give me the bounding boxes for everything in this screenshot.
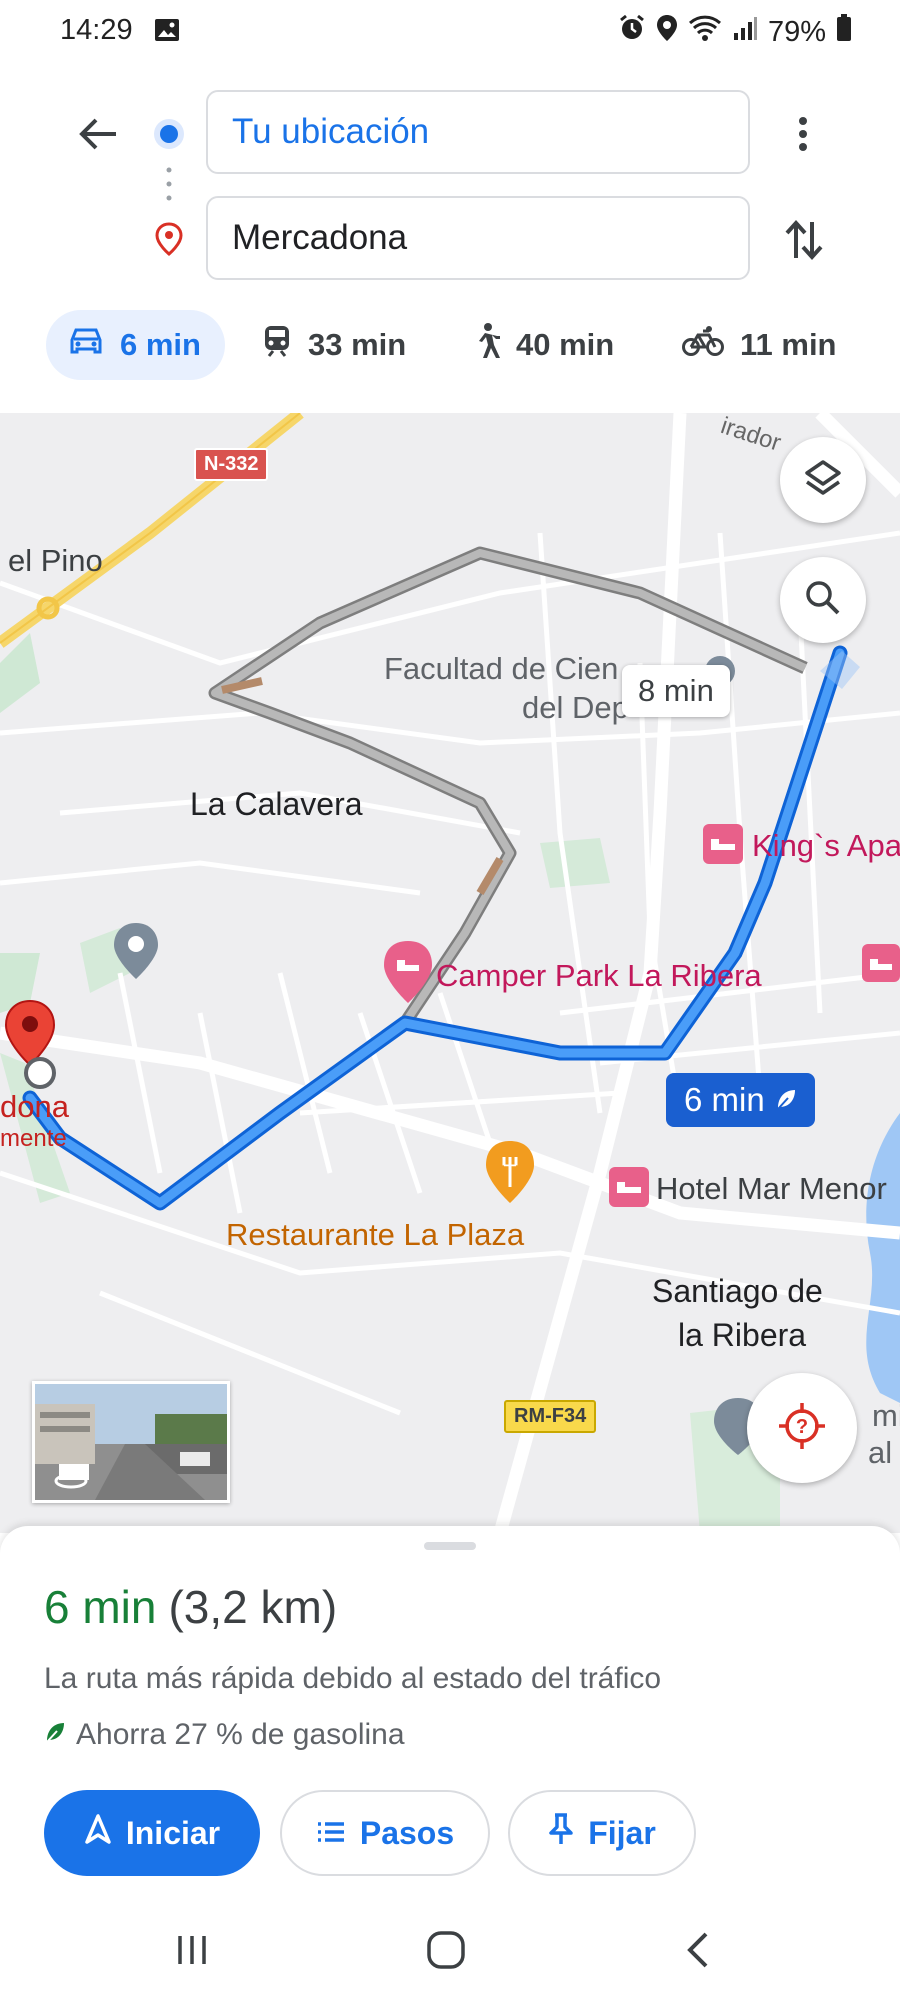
map-label-edge-1: mi: [872, 1398, 900, 1433]
location-icon: [656, 14, 678, 50]
pin-button[interactable]: Fijar: [508, 1790, 696, 1876]
battery-level: 79%: [767, 15, 826, 48]
fuel-savings: Ahorra 27 % de gasolina: [44, 1718, 405, 1752]
alt-route-time-callout[interactable]: 8 min: [622, 665, 730, 717]
main-route-time: 6 min: [684, 1081, 765, 1118]
start-button-label: Iniciar: [125, 1814, 221, 1851]
route-dots: [164, 166, 174, 207]
road-shield-n332: N-332: [194, 448, 269, 481]
origin-field[interactable]: Tu ubicación: [206, 90, 750, 174]
map-label-santiago-2: la Ribera: [678, 1317, 807, 1353]
search-icon: [805, 580, 841, 621]
recent-apps-icon[interactable]: [174, 1932, 210, 1973]
eco-leaf-icon: [44, 1718, 66, 1752]
map-label-mercadona: dona: [0, 1089, 69, 1124]
back-arrow-icon[interactable]: [70, 106, 126, 162]
swap-directions-icon[interactable]: [778, 212, 830, 268]
map-label-mercadona-sub: mente: [0, 1125, 67, 1152]
map-label-la-calavera: La Calavera: [190, 786, 363, 822]
main-route-time-callout[interactable]: 6 min: [666, 1073, 815, 1127]
svg-text:?: ?: [796, 1416, 808, 1438]
search-along-route-button[interactable]: [780, 557, 866, 643]
eco-leaf-icon: [775, 1081, 797, 1119]
mode-bike-tab[interactable]: 11 min: [682, 310, 837, 380]
fuel-savings-text: Ahorra 27 % de gasolina: [76, 1718, 405, 1751]
sheet-drag-handle[interactable]: [424, 1542, 476, 1550]
street-view-thumbnail[interactable]: [32, 1381, 230, 1503]
map-label-camper-park: Camper Park La Ribera: [436, 958, 762, 993]
pushpin-icon: [548, 1812, 574, 1854]
map-label-restaurante: Restaurante La Plaza: [226, 1217, 525, 1252]
home-icon[interactable]: [426, 1930, 466, 1975]
back-icon[interactable]: [684, 1930, 712, 1975]
mode-walk-tab[interactable]: 40 min: [472, 310, 614, 380]
mode-transit-tab[interactable]: 33 min: [262, 310, 406, 380]
map-label-el-pino: el Pino: [8, 543, 103, 578]
street-view-icon: [53, 1468, 89, 1495]
steps-button-label: Pasos: [359, 1814, 455, 1851]
map-label-santiago-1: Santiago de: [652, 1273, 823, 1309]
alt-route-time: 8 min: [638, 673, 714, 708]
route-duration: 6 min: [44, 1581, 157, 1633]
navigation-arrow-icon: [84, 1813, 112, 1853]
destination-field[interactable]: Mercadona: [206, 196, 750, 280]
origin-dot-icon: [153, 118, 185, 155]
route-distance: (3,2 km): [168, 1581, 338, 1633]
pin-button-label: Fijar: [588, 1814, 656, 1851]
map-label-kings: King`s Apa: [752, 828, 900, 863]
map-label-facultad-1: Facultad de Cien: [384, 651, 619, 686]
signal-icon: [732, 15, 758, 49]
map-label-facultad-2: del Dep: [522, 690, 629, 725]
status-icons: 79%: [618, 14, 852, 50]
battery-icon: [836, 14, 852, 50]
layers-icon: [803, 458, 843, 503]
status-bar: 14:29 79%: [0, 0, 900, 68]
mode-car-time: 6 min: [120, 327, 201, 362]
status-time: 14:29: [60, 14, 133, 46]
mode-transit-time: 33 min: [308, 327, 407, 362]
layers-button[interactable]: [780, 437, 866, 523]
road-shield-rmf34: RM-F34: [504, 1400, 597, 1433]
start-button[interactable]: Iniciar: [44, 1790, 260, 1876]
wifi-icon: [688, 14, 722, 50]
route-description: La ruta más rápida debido al estado del …: [44, 1662, 662, 1695]
mode-walk-time: 40 min: [516, 327, 615, 362]
destination-marker-icon: [2, 999, 62, 1094]
origin-text: Tu ubicación: [232, 112, 430, 151]
more-options-icon[interactable]: [780, 106, 826, 162]
walk-icon: [472, 322, 502, 368]
train-icon: [262, 324, 292, 366]
bike-icon: [682, 325, 724, 365]
mode-car-tab[interactable]: 6 min: [46, 310, 225, 380]
my-location-button[interactable]: ?: [747, 1373, 857, 1483]
alarm-icon: [618, 14, 646, 50]
map-label-edge-2: al c: [868, 1435, 900, 1470]
mode-bike-time: 11 min: [740, 327, 837, 362]
destination-text: Mercadona: [232, 218, 408, 257]
list-icon: [316, 1815, 346, 1852]
gallery-notification-icon: [154, 18, 180, 47]
car-icon: [68, 326, 104, 364]
steps-button[interactable]: Pasos: [280, 1790, 490, 1876]
destination-pin-icon: [155, 222, 183, 261]
map-label-hotel-mar-menor: Hotel Mar Menor: [656, 1171, 887, 1206]
location-target-icon: ?: [777, 1401, 827, 1456]
route-summary: 6 min (3,2 km): [44, 1580, 337, 1634]
map-view[interactable]: N-332 RM-F34 el Pino irador Facultad de …: [0, 413, 900, 1533]
system-navigation-bar: [0, 1900, 900, 2000]
